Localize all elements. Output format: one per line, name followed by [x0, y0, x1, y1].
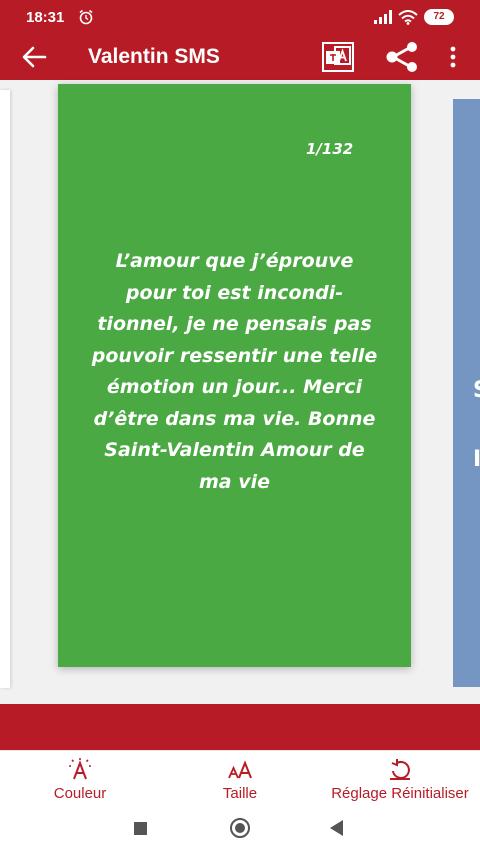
bottom-toolbar: Couleur Taille Réglage Réinitialiser: [0, 750, 480, 806]
battery-icon: 72: [424, 9, 454, 25]
card-message: L’amour que j’éprouve pour toi est incon…: [76, 246, 393, 498]
alarm-icon: [79, 9, 93, 25]
message-line: tionnel, je ne pensais pas: [97, 313, 372, 335]
reset-button-label: Réglage Réinitialiser: [331, 785, 469, 802]
wifi-icon: [398, 9, 418, 25]
back-icon[interactable]: [330, 820, 343, 836]
text-size-icon: [228, 760, 252, 779]
back-arrow-icon[interactable]: [20, 44, 48, 70]
color-button[interactable]: Couleur: [40, 757, 120, 802]
previous-card-edge[interactable]: [0, 90, 10, 688]
message-line: pour toi est incondi-: [125, 281, 344, 304]
translate-icon[interactable]: [322, 42, 354, 72]
ad-banner-area: [0, 704, 480, 750]
share-icon[interactable]: [384, 42, 420, 72]
message-line: d’être dans ma vie. Bonne: [93, 407, 376, 430]
next-card[interactable]: S I: [453, 99, 480, 687]
card-counter: 1/132: [306, 140, 354, 158]
message-line: L’amour que j’éprouve: [115, 250, 354, 272]
status-bar: 18:31 72: [0, 0, 480, 34]
next-card-text-fragment: I: [473, 447, 480, 472]
more-vert-icon[interactable]: [444, 42, 462, 72]
home-icon[interactable]: [230, 818, 250, 838]
reset-icon: [390, 759, 410, 780]
app-title: Valentin SMS: [88, 45, 220, 68]
message-card[interactable]: 1/132 L’amour que j’éprouve pour toi est…: [58, 84, 411, 667]
message-line: émotion un jour... Merci: [106, 376, 363, 398]
message-line: ma vie: [198, 470, 271, 493]
size-button-label: Taille: [222, 785, 258, 802]
text-color-icon: [69, 758, 91, 780]
size-button[interactable]: Taille: [200, 757, 280, 802]
card-pager[interactable]: S I 1/132 L’amour que j’éprouve pour toi…: [0, 80, 480, 704]
battery-level: 72: [433, 11, 445, 22]
signal-icon: [374, 10, 392, 24]
reset-button[interactable]: Réglage Réinitialiser: [322, 757, 478, 802]
recents-icon[interactable]: [134, 822, 147, 835]
message-line: pouvoir ressentir une telle: [91, 344, 378, 367]
status-icons: 72: [374, 8, 454, 26]
message-line: Saint-Valentin Amour de: [104, 439, 365, 461]
color-button-label: Couleur: [53, 785, 107, 802]
system-nav-bar: [0, 806, 480, 854]
status-time: 18:31: [26, 9, 65, 26]
app-bar: Valentin SMS: [0, 34, 480, 80]
next-card-text-fragment: S: [473, 378, 480, 403]
